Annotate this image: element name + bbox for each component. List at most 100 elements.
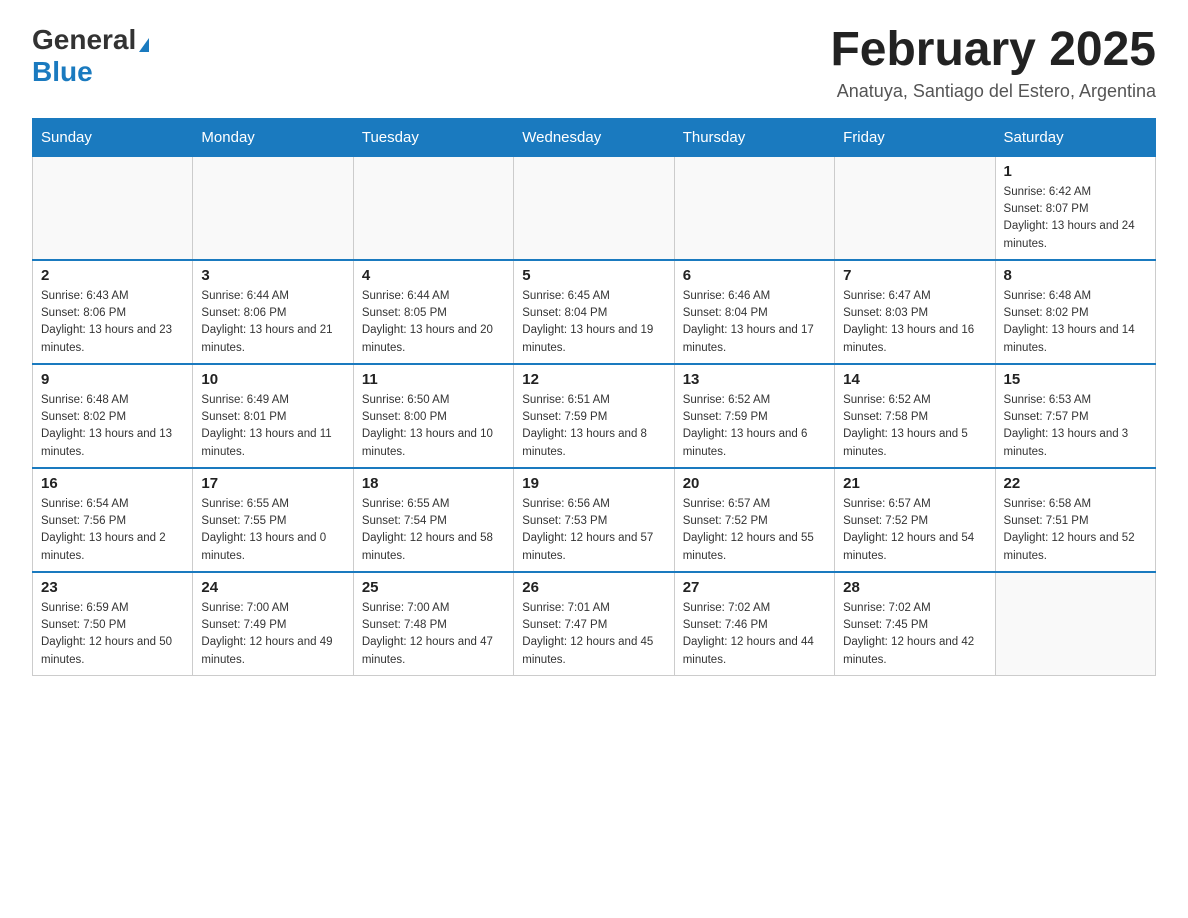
calendar-cell xyxy=(995,572,1155,676)
day-info: Sunrise: 6:57 AMSunset: 7:52 PMDaylight:… xyxy=(683,496,826,565)
day-number: 6 xyxy=(683,267,826,284)
day-info: Sunrise: 6:44 AMSunset: 8:05 PMDaylight:… xyxy=(362,288,505,357)
day-number: 4 xyxy=(362,267,505,284)
logo-general: General xyxy=(32,24,136,55)
title-block: February 2025 Anatuya, Santiago del Este… xyxy=(830,24,1156,102)
calendar-cell: 25 Sunrise: 7:00 AMSunset: 7:48 PMDayligh… xyxy=(353,572,513,676)
logo-blue: Blue xyxy=(32,56,93,87)
calendar-week-3: 9Sunrise: 6:48 AMSunset: 8:02 PMDaylight… xyxy=(33,364,1156,468)
logo-text: General xyxy=(32,24,149,56)
header-tuesday: Tuesday xyxy=(353,118,513,156)
calendar-cell: 17 Sunrise: 6:55 AMSunset: 7:55 PMDayligh… xyxy=(193,468,353,572)
calendar-cell: 1 Sunrise: 6:42 AMSunset: 8:07 PMDaylight… xyxy=(995,156,1155,260)
calendar-cell: 14 Sunrise: 6:52 AMSunset: 7:58 PMDayligh… xyxy=(835,364,995,468)
calendar-cell: 3Sunrise: 6:44 AMSunset: 8:06 PMDaylight… xyxy=(193,260,353,364)
day-number: 14 xyxy=(843,371,986,388)
month-title: February 2025 xyxy=(830,24,1156,77)
day-number: 5 xyxy=(522,267,665,284)
calendar-cell xyxy=(193,156,353,260)
day-info: Sunrise: 6:58 AMSunset: 7:51 PMDaylight:… xyxy=(1004,496,1147,565)
location: Anatuya, Santiago del Estero, Argentina xyxy=(830,81,1156,102)
day-info: Sunrise: 6:46 AMSunset: 8:04 PMDaylight:… xyxy=(683,288,826,357)
day-info: Sunrise: 6:44 AMSunset: 8:06 PMDaylight:… xyxy=(201,288,344,357)
calendar-cell: 27 Sunrise: 7:02 AMSunset: 7:46 PMDayligh… xyxy=(674,572,834,676)
header-sunday: Sunday xyxy=(33,118,193,156)
day-number: 22 xyxy=(1004,475,1147,492)
day-info: Sunrise: 6:45 AMSunset: 8:04 PMDaylight:… xyxy=(522,288,665,357)
calendar-cell xyxy=(835,156,995,260)
calendar-cell: 6 Sunrise: 6:46 AMSunset: 8:04 PMDaylight… xyxy=(674,260,834,364)
day-info: Sunrise: 6:51 AMSunset: 7:59 PMDaylight:… xyxy=(522,392,665,461)
calendar-cell: 9Sunrise: 6:48 AMSunset: 8:02 PMDaylight… xyxy=(33,364,193,468)
day-info: Sunrise: 7:01 AMSunset: 7:47 PMDaylight:… xyxy=(522,600,665,669)
day-info: Sunrise: 6:50 AMSunset: 8:00 PMDaylight:… xyxy=(362,392,505,461)
day-number: 17 xyxy=(201,475,344,492)
day-number: 1 xyxy=(1004,163,1147,180)
day-number: 21 xyxy=(843,475,986,492)
day-info: Sunrise: 6:57 AMSunset: 7:52 PMDaylight:… xyxy=(843,496,986,565)
day-number: 25 xyxy=(362,579,505,596)
day-info: Sunrise: 6:49 AMSunset: 8:01 PMDaylight:… xyxy=(201,392,344,461)
calendar-cell: 11 Sunrise: 6:50 AMSunset: 8:00 PMDayligh… xyxy=(353,364,513,468)
day-number: 8 xyxy=(1004,267,1147,284)
day-info: Sunrise: 7:02 AMSunset: 7:45 PMDaylight:… xyxy=(843,600,986,669)
calendar-week-2: 2Sunrise: 6:43 AMSunset: 8:06 PMDaylight… xyxy=(33,260,1156,364)
calendar-cell xyxy=(674,156,834,260)
day-info: Sunrise: 6:54 AMSunset: 7:56 PMDaylight:… xyxy=(41,496,184,565)
calendar-cell: 28 Sunrise: 7:02 AMSunset: 7:45 PMDayligh… xyxy=(835,572,995,676)
day-info: Sunrise: 7:00 AMSunset: 7:48 PMDaylight:… xyxy=(362,600,505,669)
page-header: General Blue February 2025 Anatuya, Sant… xyxy=(32,24,1156,102)
day-number: 20 xyxy=(683,475,826,492)
header-wednesday: Wednesday xyxy=(514,118,674,156)
day-number: 26 xyxy=(522,579,665,596)
day-number: 12 xyxy=(522,371,665,388)
calendar-cell: 23 Sunrise: 6:59 AMSunset: 7:50 PMDayligh… xyxy=(33,572,193,676)
day-number: 11 xyxy=(362,371,505,388)
calendar-cell: 18 Sunrise: 6:55 AMSunset: 7:54 PMDayligh… xyxy=(353,468,513,572)
day-number: 27 xyxy=(683,579,826,596)
calendar-cell: 4 Sunrise: 6:44 AMSunset: 8:05 PMDaylight… xyxy=(353,260,513,364)
day-number: 28 xyxy=(843,579,986,596)
day-info: Sunrise: 6:59 AMSunset: 7:50 PMDaylight:… xyxy=(41,600,184,669)
calendar-cell: 7 Sunrise: 6:47 AMSunset: 8:03 PMDaylight… xyxy=(835,260,995,364)
day-info: Sunrise: 6:52 AMSunset: 7:58 PMDaylight:… xyxy=(843,392,986,461)
calendar-cell: 5 Sunrise: 6:45 AMSunset: 8:04 PMDaylight… xyxy=(514,260,674,364)
header-friday: Friday xyxy=(835,118,995,156)
day-info: Sunrise: 6:55 AMSunset: 7:55 PMDaylight:… xyxy=(201,496,344,565)
calendar-cell xyxy=(514,156,674,260)
calendar-cell xyxy=(353,156,513,260)
day-info: Sunrise: 6:47 AMSunset: 8:03 PMDaylight:… xyxy=(843,288,986,357)
day-number: 7 xyxy=(843,267,986,284)
day-info: Sunrise: 6:43 AMSunset: 8:06 PMDaylight:… xyxy=(41,288,184,357)
day-info: Sunrise: 6:42 AMSunset: 8:07 PMDaylight:… xyxy=(1004,184,1147,253)
calendar-cell: 12 Sunrise: 6:51 AMSunset: 7:59 PMDayligh… xyxy=(514,364,674,468)
day-info: Sunrise: 7:00 AMSunset: 7:49 PMDaylight:… xyxy=(201,600,344,669)
calendar-cell: 21 Sunrise: 6:57 AMSunset: 7:52 PMDayligh… xyxy=(835,468,995,572)
day-info: Sunrise: 6:52 AMSunset: 7:59 PMDaylight:… xyxy=(683,392,826,461)
day-number: 10 xyxy=(201,371,344,388)
day-number: 13 xyxy=(683,371,826,388)
calendar-cell: 19Sunrise: 6:56 AMSunset: 7:53 PMDayligh… xyxy=(514,468,674,572)
header-monday: Monday xyxy=(193,118,353,156)
day-number: 18 xyxy=(362,475,505,492)
day-info: Sunrise: 6:55 AMSunset: 7:54 PMDaylight:… xyxy=(362,496,505,565)
calendar-cell: 15Sunrise: 6:53 AMSunset: 7:57 PMDayligh… xyxy=(995,364,1155,468)
day-number: 24 xyxy=(201,579,344,596)
calendar-cell: 20 Sunrise: 6:57 AMSunset: 7:52 PMDayligh… xyxy=(674,468,834,572)
day-number: 19 xyxy=(522,475,665,492)
day-info: Sunrise: 6:53 AMSunset: 7:57 PMDaylight:… xyxy=(1004,392,1147,461)
calendar-cell: 22 Sunrise: 6:58 AMSunset: 7:51 PMDayligh… xyxy=(995,468,1155,572)
header-saturday: Saturday xyxy=(995,118,1155,156)
day-info: Sunrise: 6:48 AMSunset: 8:02 PMDaylight:… xyxy=(1004,288,1147,357)
logo: General Blue xyxy=(32,24,149,88)
day-info: Sunrise: 7:02 AMSunset: 7:46 PMDaylight:… xyxy=(683,600,826,669)
calendar-week-1: 1 Sunrise: 6:42 AMSunset: 8:07 PMDaylight… xyxy=(33,156,1156,260)
calendar-cell: 16Sunrise: 6:54 AMSunset: 7:56 PMDayligh… xyxy=(33,468,193,572)
day-number: 9 xyxy=(41,371,184,388)
calendar-cell: 2Sunrise: 6:43 AMSunset: 8:06 PMDaylight… xyxy=(33,260,193,364)
calendar-cell: 26 Sunrise: 7:01 AMSunset: 7:47 PMDayligh… xyxy=(514,572,674,676)
calendar-week-5: 23 Sunrise: 6:59 AMSunset: 7:50 PMDayligh… xyxy=(33,572,1156,676)
day-number: 23 xyxy=(41,579,184,596)
header-thursday: Thursday xyxy=(674,118,834,156)
calendar-header-row: Sunday Monday Tuesday Wednesday Thursday… xyxy=(33,118,1156,156)
